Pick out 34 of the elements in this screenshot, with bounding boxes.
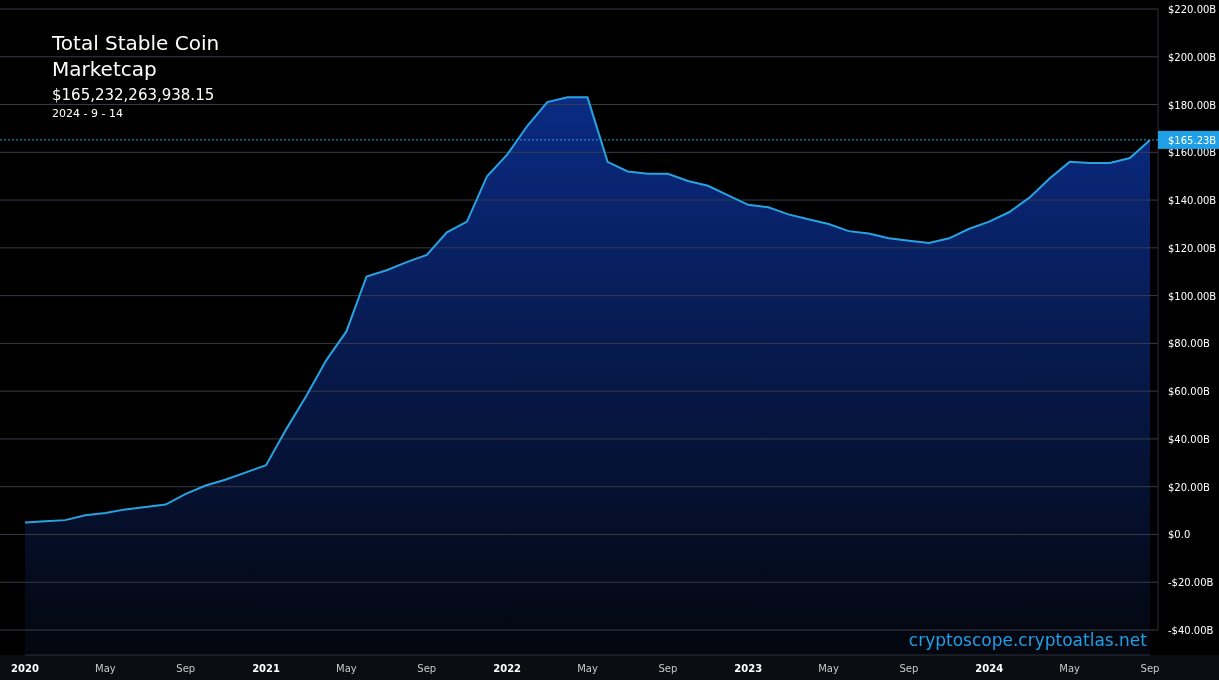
x-axis-label: Sep (899, 663, 919, 674)
x-axis-label: Sep (176, 663, 196, 674)
y-axis-label: $160.00B (1168, 147, 1217, 159)
x-axis-label: Sep (417, 663, 437, 674)
y-axis-label: $200.00B (1168, 51, 1217, 63)
y-axis-label: $180.00B (1168, 99, 1217, 111)
brand-text: cryptoscope.cryptoatlas.net (908, 630, 1147, 650)
y-axis-label: $80.00B (1168, 338, 1210, 350)
x-axis-label: 2020 (11, 663, 39, 674)
x-axis-label: May (577, 663, 598, 674)
x-axis-label: 2023 (734, 663, 763, 674)
y-axis-label: $100.00B (1168, 290, 1217, 302)
x-axis-label: Sep (658, 663, 678, 674)
x-axis-label: 2022 (493, 663, 522, 674)
chart-title: Total Stable Coin Marketcap (52, 30, 221, 82)
y-axis-label: -$40.00B (1168, 625, 1214, 636)
x-axis-label: May (818, 663, 839, 674)
x-axis-label: May (95, 663, 116, 674)
x-axis-label: May (336, 663, 357, 674)
x-axis-label: May (1059, 663, 1080, 674)
x-axis-label: Sep (1140, 663, 1160, 674)
x-axis-label: 2021 (252, 663, 280, 674)
y-axis-label: $20.00B (1168, 481, 1210, 493)
y-axis-label: $220.00B (1168, 4, 1217, 15)
y-axis-label: $140.00B (1168, 195, 1217, 207)
y-axis-label: $120.00B (1168, 242, 1217, 254)
y-axis-label: $0.0 (1168, 529, 1191, 541)
date-label: 2024 - 9 - 14 (52, 106, 124, 122)
y-axis-label: $40.00B (1168, 433, 1210, 445)
x-axis-label: 2024 (975, 663, 1004, 674)
current-value: $165,232,263,938.15 (52, 85, 216, 106)
y-axis-label: -$20.00B (1168, 577, 1214, 589)
y-axis-label: $60.00B (1168, 386, 1210, 398)
ref-line-label: $165.23B (1168, 134, 1217, 146)
